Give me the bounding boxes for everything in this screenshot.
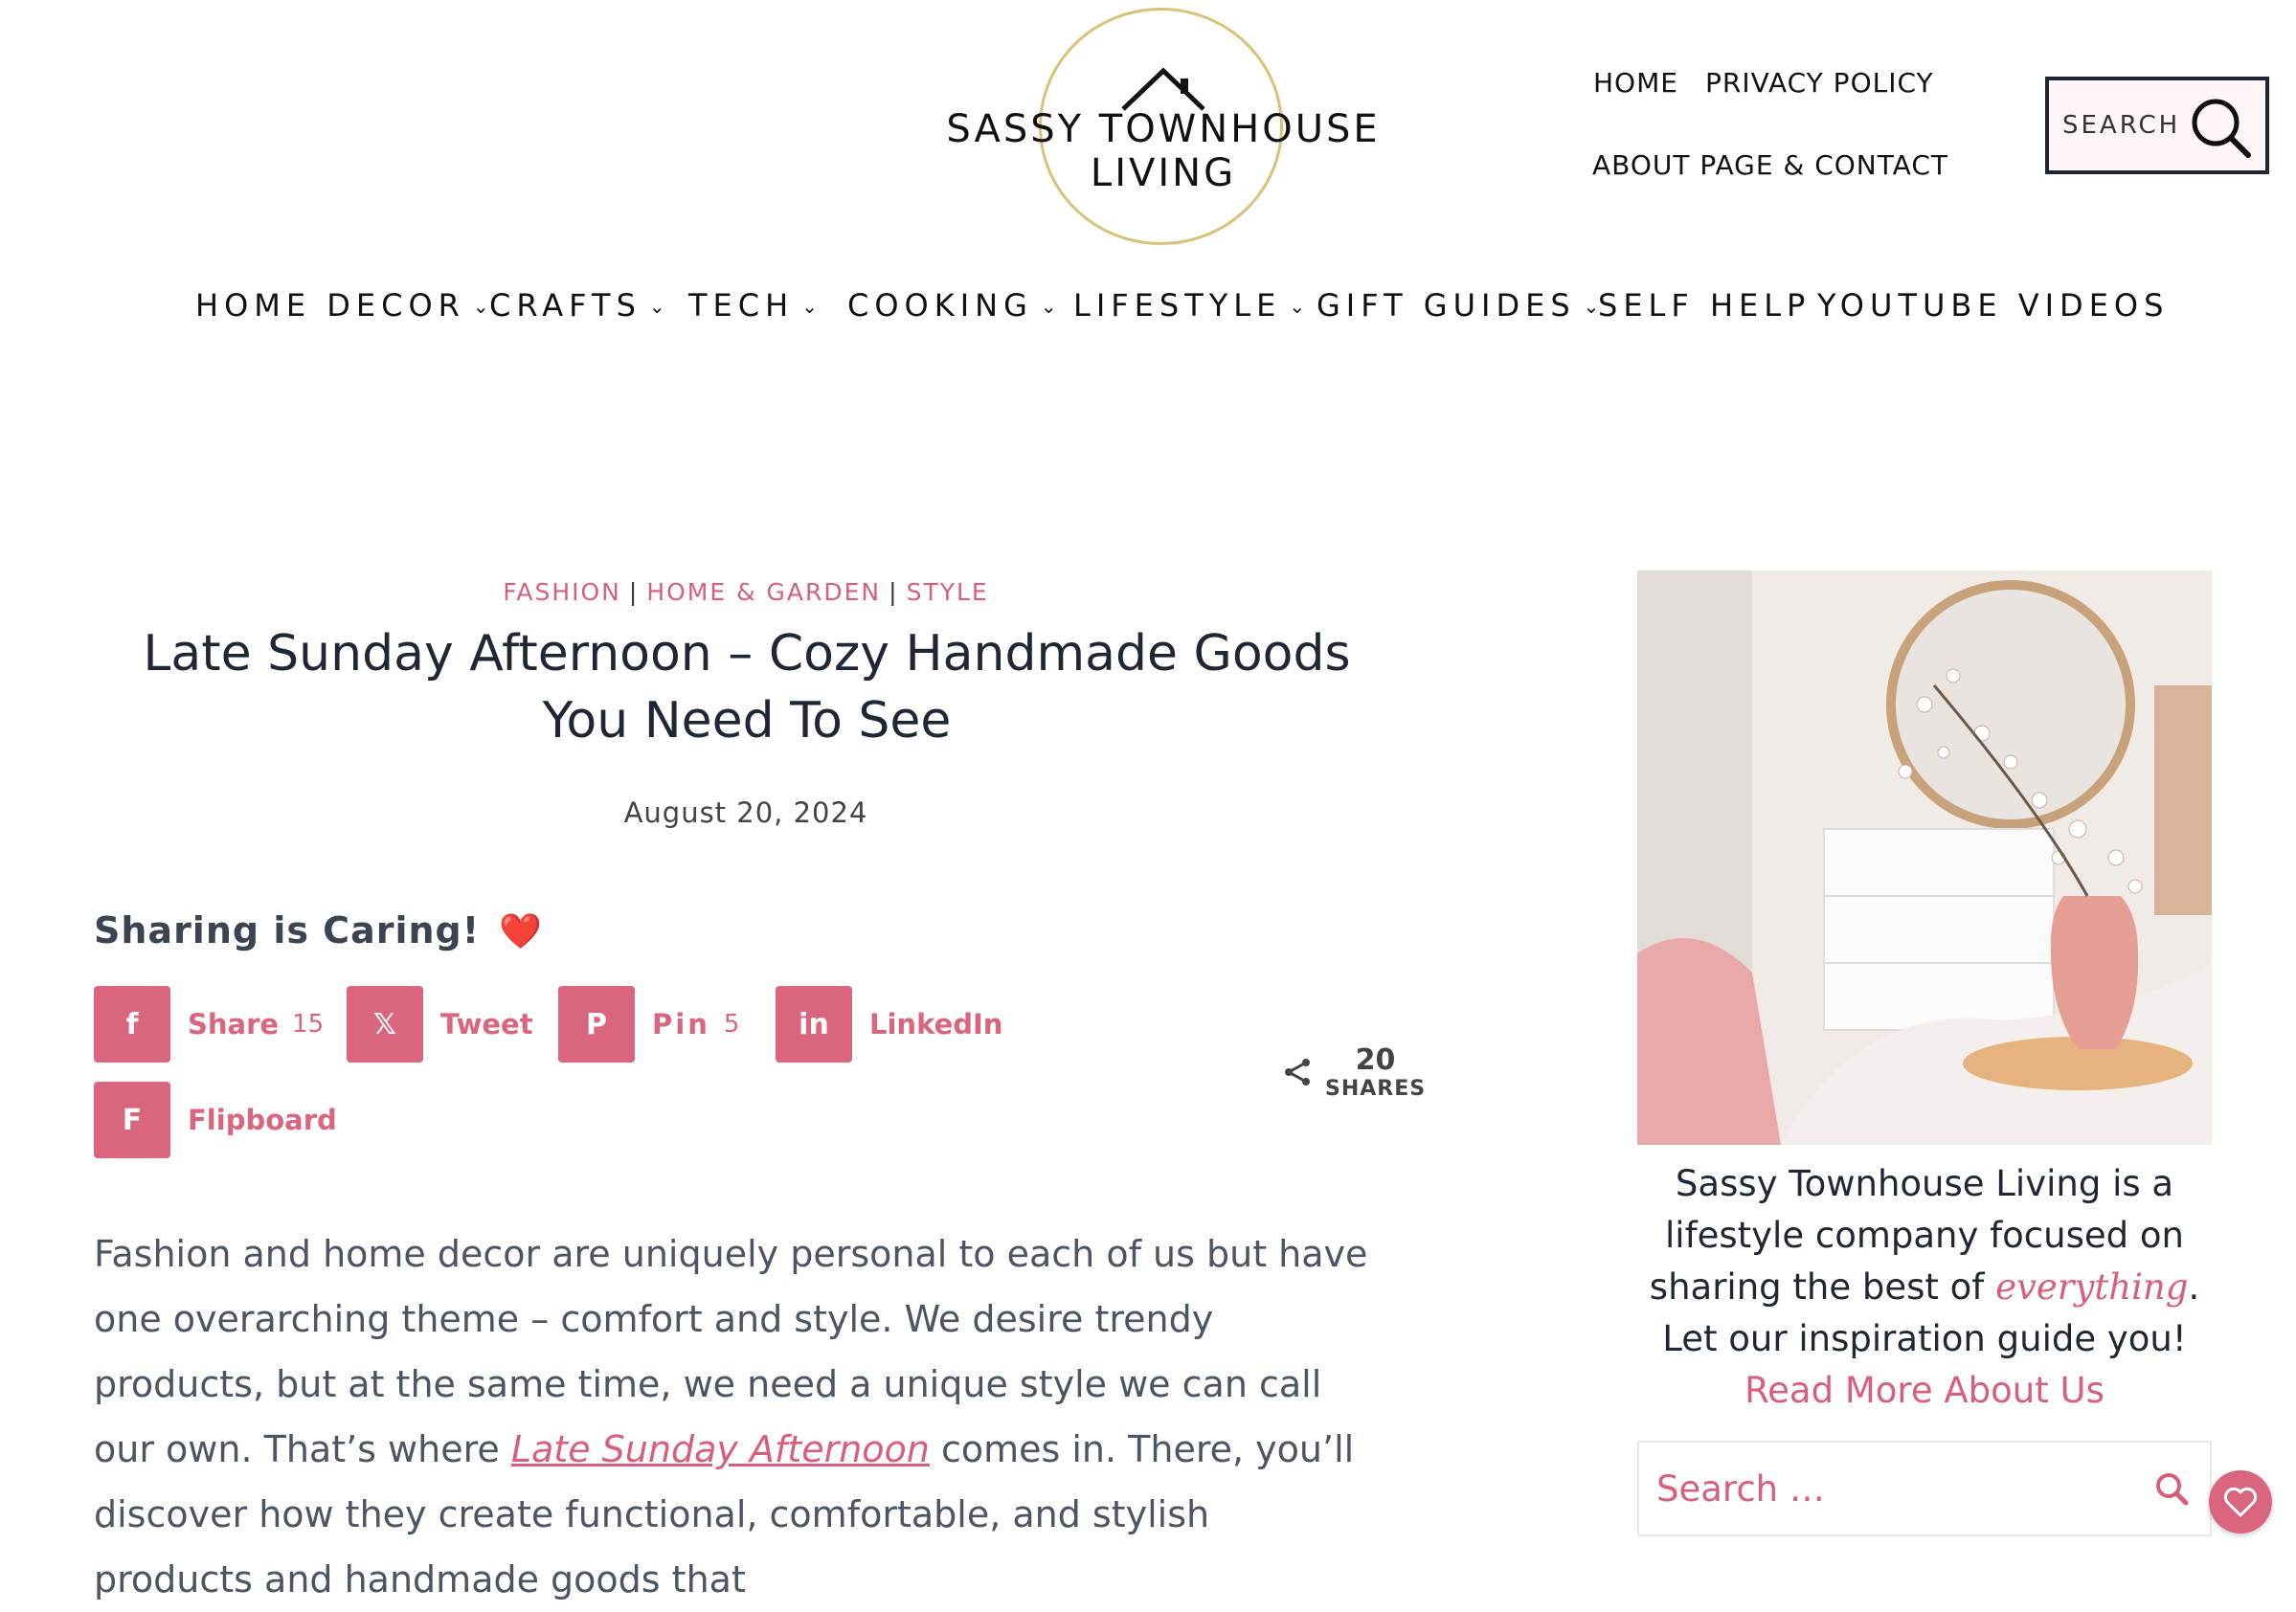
chevron-down-icon: ⌄ xyxy=(648,295,671,318)
share-count: 5 xyxy=(723,1010,740,1039)
nav-label: TECH xyxy=(688,287,795,324)
linkedin-icon: in xyxy=(776,986,852,1063)
facebook-icon: f xyxy=(94,986,170,1063)
late-sunday-afternoon-link[interactable]: Late Sunday Afternoon xyxy=(511,1428,930,1470)
top-link-home[interactable]: HOME xyxy=(1593,67,1678,99)
nav-label: LIFESTYLE xyxy=(1073,287,1282,324)
sidebar-bedroom-image xyxy=(1637,571,2212,1145)
main-nav: HOME DECOR ⌄ CRAFTS ⌄ TECH ⌄ COOKING ⌄ LIFES… xyxy=(0,287,2296,345)
post-body: Fashion and home decor are uniquely pers… xyxy=(94,1221,1377,1612)
nav-label: YOUTUBE VIDEOS xyxy=(1817,287,2170,324)
floating-heart-button[interactable] xyxy=(2209,1470,2272,1534)
top-link-about-contact[interactable]: ABOUT PAGE & CONTACT xyxy=(1592,149,1948,181)
sidebar-search-button[interactable] xyxy=(2133,1471,2210,1506)
total-shares-count: 20 xyxy=(1355,1043,1396,1077)
sidebar-search-form: Search … xyxy=(1637,1441,2212,1536)
category-link-home-garden[interactable]: HOME & GARDEN xyxy=(646,578,881,606)
nav-label: CRAFTS xyxy=(489,287,642,324)
total-shares: 20 SHARES xyxy=(1281,1043,1426,1101)
nav-item-home-decor[interactable]: HOME DECOR ⌄ xyxy=(195,287,495,324)
pinterest-icon: P xyxy=(558,986,635,1063)
post-title: Late Sunday Afternoon – Cozy Handmade Go… xyxy=(143,625,1351,750)
nav-label: GIFT GUIDES xyxy=(1317,287,1576,324)
house-icon xyxy=(1121,67,1205,111)
category-link-fashion[interactable]: FASHION xyxy=(503,578,621,606)
nav-label: HOME DECOR xyxy=(195,287,465,324)
share-label: Share xyxy=(188,1008,280,1041)
heart-icon xyxy=(2223,1487,2258,1517)
top-link-privacy-policy[interactable]: PRIVACY POLICY xyxy=(1705,67,1934,99)
magnifier-icon xyxy=(2192,99,2251,158)
category-separator: | xyxy=(889,578,899,606)
nav-item-tech[interactable]: TECH ⌄ xyxy=(688,287,823,324)
x-icon: 𝕏 xyxy=(347,986,423,1063)
category-link-style[interactable]: STYLE xyxy=(907,578,989,606)
nav-item-gift-guides[interactable]: GIFT GUIDES ⌄ xyxy=(1317,287,1605,324)
share-button-facebook[interactable]: f Share 15 xyxy=(94,986,324,1063)
chevron-down-icon: ⌄ xyxy=(1289,295,1312,318)
flipboard-icon: F xyxy=(94,1082,170,1158)
read-more-about-us-link[interactable]: Read More About Us xyxy=(1745,1370,2105,1411)
share-button-flipboard[interactable]: F Flipboard xyxy=(94,1082,337,1158)
chevron-down-icon: ⌄ xyxy=(801,295,823,318)
category-separator: | xyxy=(628,578,640,606)
header-search-button[interactable]: SEARCH xyxy=(2045,77,2269,174)
nav-item-youtube-videos[interactable]: YOUTUBE VIDEOS xyxy=(1817,287,2169,324)
chevron-down-icon: ⌄ xyxy=(1040,295,1063,318)
sidebar-about-text: Sassy Townhouse Living is a lifestyle co… xyxy=(1637,1158,2212,1417)
share-icon xyxy=(1285,1059,1310,1086)
total-shares-label: SHARES xyxy=(1325,1077,1427,1101)
sidebar-search-input[interactable]: Search … xyxy=(1639,1468,2133,1510)
share-label: Tweet xyxy=(440,1008,533,1041)
nav-item-lifestyle[interactable]: LIFESTYLE ⌄ xyxy=(1073,287,1311,324)
share-button-linkedin[interactable]: in LinkedIn xyxy=(776,986,1002,1063)
nav-item-cooking[interactable]: COOKING ⌄ xyxy=(847,287,1063,324)
bedroom-scene-illustration xyxy=(1637,571,2212,1145)
nav-item-self-help[interactable]: SELF HELP xyxy=(1598,287,1811,324)
header-search-label: SEARCH xyxy=(2062,111,2181,140)
nav-label: SELF HELP xyxy=(1598,287,1812,324)
share-button-pinterest[interactable]: P Pin 5 xyxy=(558,986,739,1063)
share-label: Flipboard xyxy=(188,1104,337,1136)
logo-text: SASSY TOWNHOUSE LIVING xyxy=(946,107,1381,195)
share-label: Pin xyxy=(652,1008,710,1041)
sharing-heading: Sharing is Caring! ❤️ xyxy=(94,909,543,952)
heart-emoji: ❤️ xyxy=(499,912,544,952)
post-date: August 20, 2024 xyxy=(623,796,868,829)
about-script-word: everything xyxy=(1995,1266,2189,1308)
share-count: 15 xyxy=(292,1010,325,1039)
magnifier-icon xyxy=(2156,1473,2189,1506)
nav-label: COOKING xyxy=(847,287,1033,324)
sharing-heading-text: Sharing is Caring! xyxy=(94,909,481,952)
share-button-x[interactable]: 𝕏 Tweet xyxy=(347,986,533,1063)
site-logo[interactable]: SASSY TOWNHOUSE LIVING xyxy=(895,0,1431,258)
share-label: LinkedIn xyxy=(869,1008,1003,1041)
nav-item-crafts[interactable]: CRAFTS ⌄ xyxy=(489,287,671,324)
post-categories: FASHION | HOME & GARDEN | STYLE xyxy=(0,578,1492,606)
